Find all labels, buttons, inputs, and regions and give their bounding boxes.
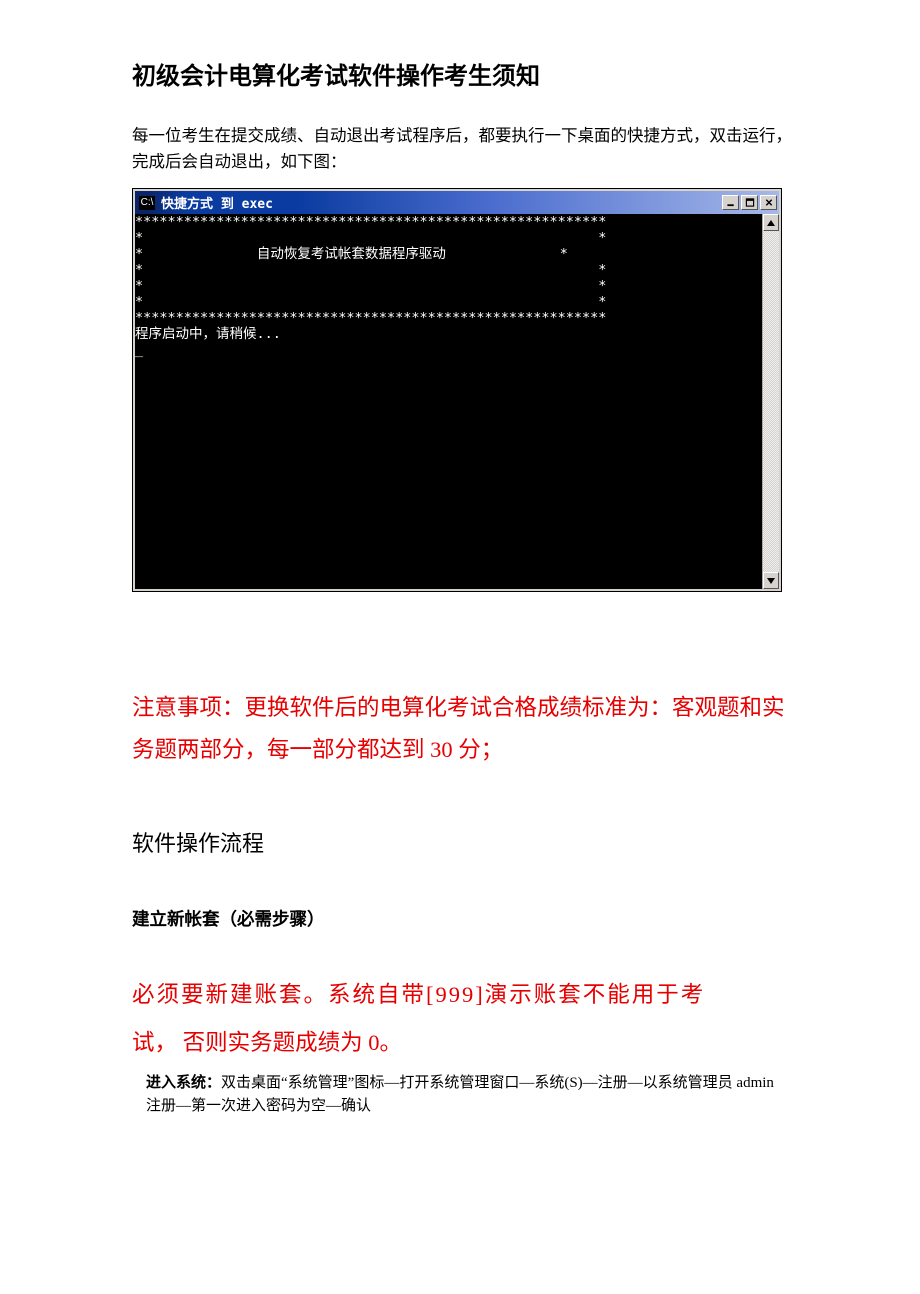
- console-body-wrap: ****************************************…: [135, 214, 779, 589]
- cmd-icon: C:\: [139, 196, 155, 210]
- console-cursor: _: [135, 342, 143, 358]
- enter-system-label: 进入系统：: [146, 1075, 221, 1091]
- chevron-down-icon: [767, 578, 775, 584]
- console-scrollbar[interactable]: [762, 214, 779, 589]
- page-title: 初级会计电算化考试软件操作考生须知: [132, 56, 800, 91]
- console-line: * *: [135, 230, 606, 246]
- minimize-icon: [726, 198, 736, 207]
- console-window: C:\ 快捷方式 到 exec ************************…: [132, 188, 782, 592]
- console-line: ****************************************…: [135, 214, 606, 230]
- maximize-button[interactable]: [741, 195, 758, 210]
- notice-red: 注意事项：更换软件后的电算化考试合格成绩标准为：客观题和实务题两部分，每一部分都…: [132, 687, 800, 770]
- close-icon: [764, 198, 774, 207]
- console-line: ****************************************…: [135, 310, 606, 326]
- must-build-line1: 必须要新建账套。系统自带[999]演示账套不能用于考: [132, 982, 705, 1007]
- intro-text: 每一位考生在提交成绩、自动退出考试程序后，都要执行一下桌面的快捷方式，双击运行，…: [132, 123, 800, 174]
- scroll-track[interactable]: [763, 231, 779, 572]
- console-title-text: 快捷方式 到 exec: [161, 193, 273, 212]
- enter-system-text: 双击桌面“系统管理”图标—打开系统管理窗口—系统(S)—注册—以系统管理员 ad…: [146, 1075, 774, 1114]
- must-build-red: 必须要新建账套。系统自带[999]演示账套不能用于考 试， 否则实务题成绩为 0…: [132, 971, 800, 1066]
- console-titlebar: C:\ 快捷方式 到 exec: [135, 191, 779, 214]
- scroll-down-button[interactable]: [763, 572, 779, 589]
- section-heading: 软件操作流程: [132, 826, 800, 858]
- enter-system-paragraph: 进入系统：双击桌面“系统管理”图标—打开系统管理窗口—系统(S)—注册—以系统管…: [132, 1072, 782, 1119]
- console-line: * *: [135, 278, 606, 294]
- maximize-icon: [745, 198, 755, 207]
- close-button[interactable]: [760, 195, 777, 210]
- console-line: * *: [135, 294, 606, 310]
- sub-heading: 建立新帐套（必需步骤）: [132, 906, 800, 931]
- must-build-line2: 试， 否则实务题成绩为 0。: [132, 1030, 402, 1055]
- chevron-up-icon: [767, 220, 775, 226]
- console-body: ****************************************…: [135, 214, 762, 589]
- console-line: 程序启动中，请稍候...: [135, 326, 281, 342]
- scroll-up-button[interactable]: [763, 214, 779, 231]
- console-line: * *: [135, 262, 606, 278]
- console-line: * 自动恢复考试帐套数据程序驱动 *: [135, 246, 568, 262]
- minimize-button[interactable]: [722, 195, 739, 210]
